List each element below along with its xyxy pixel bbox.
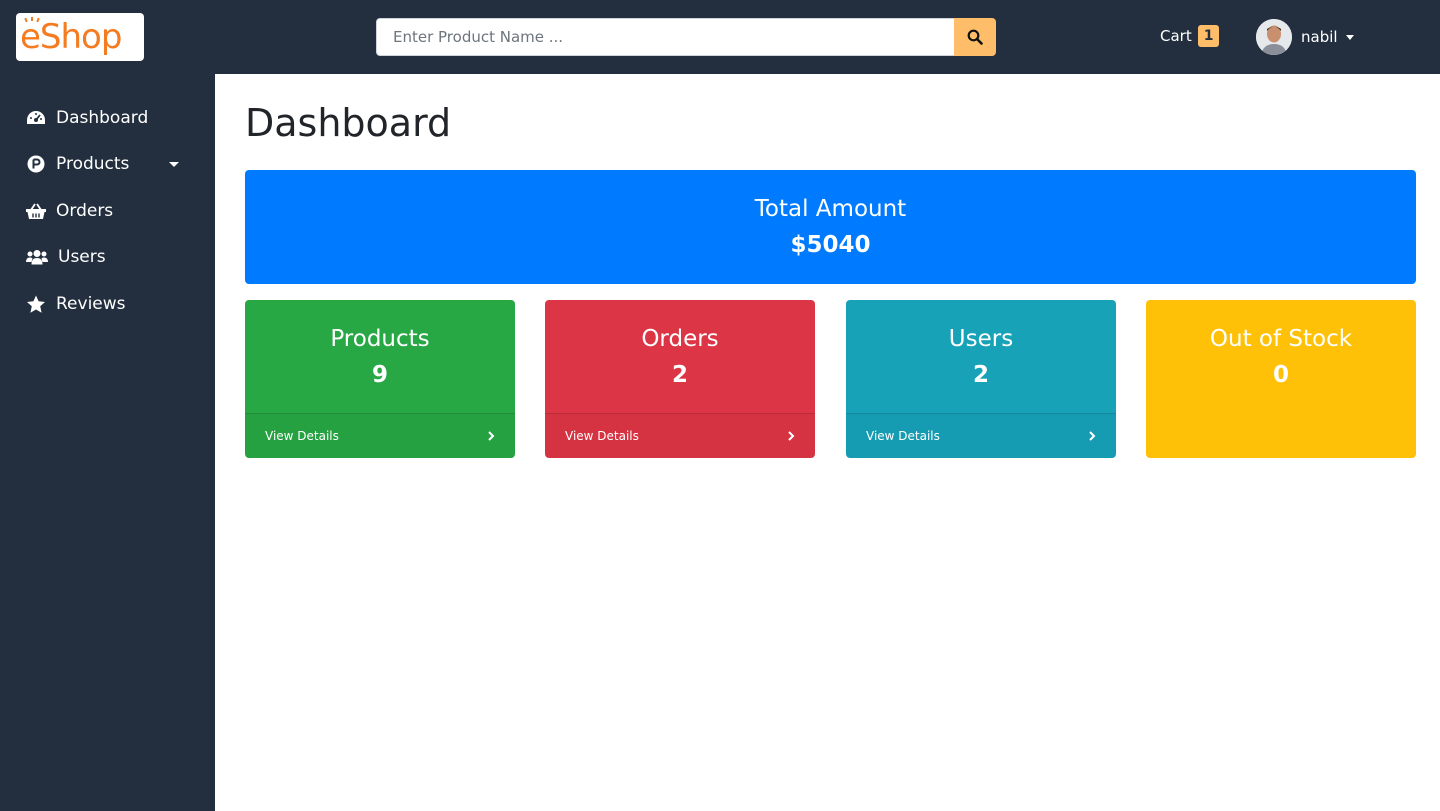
users-icon <box>26 247 48 267</box>
chevron-right-icon <box>788 431 795 441</box>
view-details-label: View Details <box>565 429 639 443</box>
avatar <box>1256 19 1292 55</box>
orders-card: Orders 2 View Details <box>545 300 815 458</box>
eshop-logo[interactable]: eShop <box>16 13 144 61</box>
page-title: Dashboard <box>245 101 452 145</box>
total-amount-value: $5040 <box>790 232 871 258</box>
search-input[interactable] <box>376 18 955 56</box>
chevron-down-icon[interactable] <box>169 162 179 167</box>
sidebar-item-label: Products <box>56 154 130 174</box>
card-label: Out of Stock <box>1209 326 1353 352</box>
out-of-stock-card: Out of Stock 0 <box>1146 300 1416 458</box>
users-view-details-link[interactable]: View Details <box>846 413 1116 458</box>
search-form <box>376 18 996 56</box>
sidebar-item-label: Reviews <box>56 294 126 314</box>
users-card: Users 2 View Details <box>846 300 1116 458</box>
card-value: 2 <box>671 362 688 388</box>
star-icon <box>26 294 46 314</box>
sidebar-item-reviews[interactable]: Reviews <box>26 292 126 316</box>
sidebar-item-users[interactable]: Users <box>26 245 106 269</box>
sidebar-item-label: Users <box>58 247 106 267</box>
chevron-right-icon <box>488 431 495 441</box>
sidebar-item-orders[interactable]: Orders <box>26 199 113 223</box>
card-value: 0 <box>1272 362 1289 388</box>
card-label: Orders <box>641 326 719 352</box>
products-card: Products 9 View Details <box>245 300 515 458</box>
cart-link[interactable]: Cart 1 <box>1160 24 1220 48</box>
top-navbar: eShop Cart 1 nabil <box>0 0 1440 74</box>
sidebar-item-label: Dashboard <box>56 108 149 128</box>
tachometer-icon <box>26 108 46 128</box>
shopping-basket-icon <box>26 201 46 221</box>
sidebar-item-label: Orders <box>56 201 114 221</box>
view-details-label: View Details <box>866 429 940 443</box>
cart-label: Cart <box>1160 27 1192 45</box>
user-name: nabil <box>1301 28 1338 46</box>
products-view-details-link[interactable]: View Details <box>245 413 515 458</box>
chevron-down-icon <box>1345 34 1354 40</box>
search-icon <box>967 29 983 45</box>
card-label: Products <box>330 326 430 352</box>
chevron-right-icon <box>1089 431 1096 441</box>
total-amount-card: Total Amount $5040 <box>245 170 1416 284</box>
sidebar-item-dashboard[interactable]: Dashboard <box>26 106 148 130</box>
user-dropdown[interactable]: nabil <box>1256 19 1354 55</box>
sidebar: Dashboard Products Orders Users Reviews <box>0 74 215 811</box>
card-label: Users <box>948 326 1014 352</box>
view-details-label: View Details <box>265 429 339 443</box>
cart-count-badge: 1 <box>1197 25 1220 47</box>
card-value: 9 <box>371 362 388 388</box>
sidebar-item-products[interactable]: Products <box>26 152 129 176</box>
search-button[interactable] <box>954 18 996 56</box>
product-hunt-icon <box>26 154 46 174</box>
card-value: 2 <box>972 362 989 388</box>
total-amount-label: Total Amount <box>754 196 907 222</box>
logo-text: eShop <box>20 17 122 57</box>
user-avatar-icon <box>1256 19 1292 55</box>
orders-view-details-link[interactable]: View Details <box>545 413 815 458</box>
